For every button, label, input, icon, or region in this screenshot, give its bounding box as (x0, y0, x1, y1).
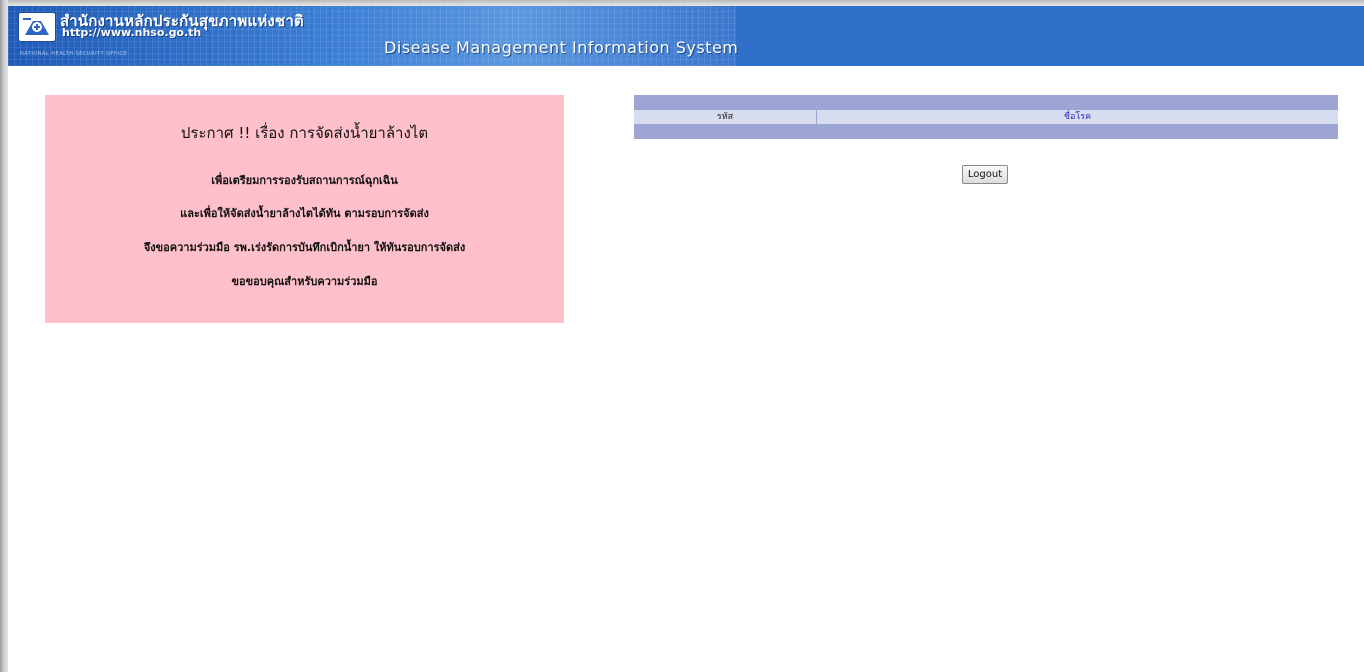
column-header-code[interactable]: รหัส (634, 110, 817, 124)
table-top-bar (634, 95, 1338, 109)
table-header-row: รหัส ชื่อโรค (634, 109, 1338, 125)
header-banner: สำนักงานหลักประกันสุขภาพแห่งชาติ http://… (8, 6, 739, 66)
window-left-edge (0, 0, 8, 672)
announcement-line: จึงขอความร่วมมือ รพ.เร่งรัดการบันทึกเบิก… (143, 241, 466, 254)
announcement-line: ขอขอบคุณสำหรับความร่วมมือ (231, 275, 378, 288)
disease-table: รหัส ชื่อโรค (634, 95, 1338, 139)
column-header-disease-name[interactable]: ชื่อโรค (817, 110, 1338, 124)
logout-button[interactable]: Logout (962, 165, 1008, 184)
org-url[interactable]: http://www.nhso.go.th (62, 26, 201, 39)
announcement-line: และเพื่อให้จัดส่งน้ำยาล้างไตได้ทัน ตามรอ… (180, 207, 429, 220)
nhso-logo-icon[interactable] (18, 12, 56, 42)
org-name-english: NATIONAL HEALTH SECURITY OFFICE (20, 51, 128, 57)
system-title: Disease Management Information System (384, 38, 739, 57)
table-bottom-bar (634, 125, 1338, 139)
announcement-box: ประกาศ !! เรื่อง การจัดส่งน้ำยาล้างไต เพ… (45, 95, 564, 323)
announcement-line: เพื่อเตรียมการรองรับสถานการณ์ฉุกเฉิน (211, 174, 398, 187)
announcement-title: ประกาศ !! เรื่อง การจัดส่งน้ำยาล้างไต (180, 124, 429, 142)
site-header: สำนักงานหลักประกันสุขภาพแห่งชาติ http://… (8, 6, 1364, 66)
